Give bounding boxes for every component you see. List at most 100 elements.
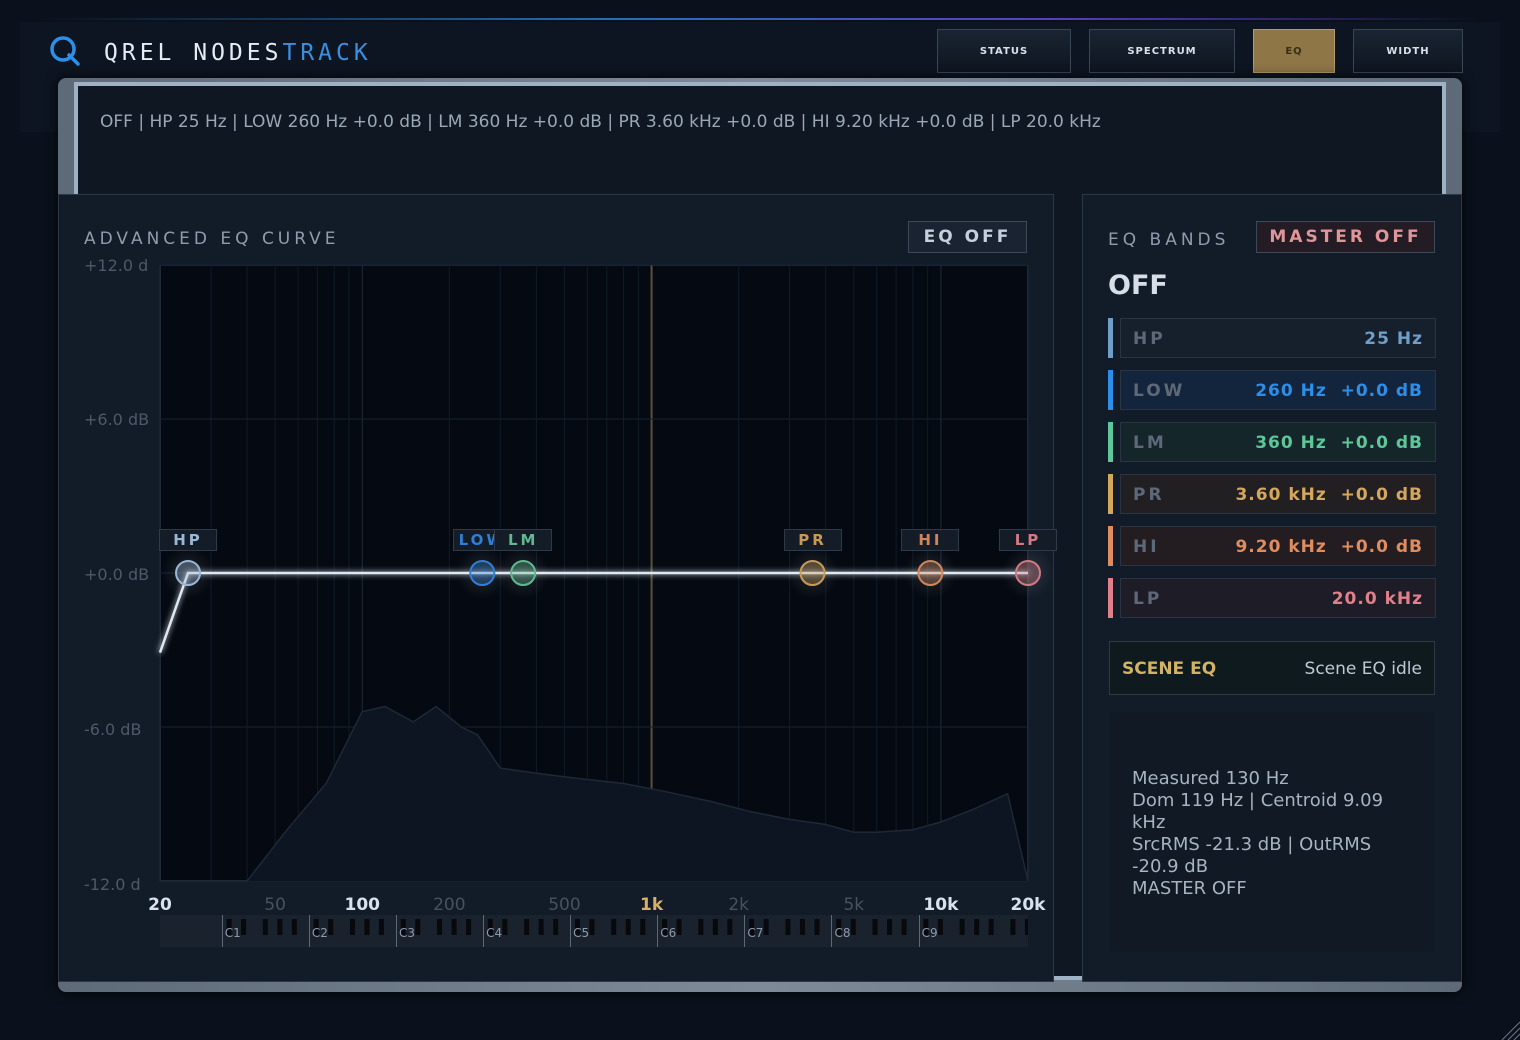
- resize-grip-icon[interactable]: [1498, 1018, 1520, 1040]
- octave-divider: [483, 915, 485, 947]
- band-value: 260 Hz +0.0 dB: [1255, 381, 1423, 401]
- eq-state-label: OFF: [1108, 270, 1168, 301]
- band-row-box: HP 25 Hz: [1120, 318, 1436, 358]
- band-color-bar: [1108, 370, 1113, 410]
- eq-plot-area[interactable]: [160, 265, 1028, 881]
- octave-divider: [395, 915, 397, 947]
- piano-keys: [226, 919, 1028, 935]
- scene-eq-label: SCENE EQ: [1122, 659, 1217, 679]
- tab-eq[interactable]: EQ: [1253, 29, 1335, 73]
- octave-label: C7: [747, 926, 764, 940]
- band-row-hi[interactable]: HI 9.20 kHz +0.0 dB: [1108, 526, 1436, 566]
- piano-black-key: [974, 919, 980, 935]
- piano-black-key: [901, 919, 907, 935]
- x-axis-label: 20: [148, 895, 172, 915]
- octave-divider: [657, 915, 659, 947]
- piano-black-key: [676, 919, 682, 935]
- band-row-box: PR 3.60 kHz +0.0 dB: [1120, 474, 1436, 514]
- piano-black-key: [502, 919, 508, 935]
- piano-black-key: [466, 919, 472, 935]
- piano-black-key: [959, 919, 965, 935]
- logo-icon: [50, 36, 80, 66]
- octave-label: C9: [921, 926, 938, 940]
- band-row-low[interactable]: LOW 260 Hz +0.0 dB: [1108, 370, 1436, 410]
- x-axis-label: 1k: [639, 895, 664, 915]
- y-axis-label: +6.0 dB: [84, 410, 150, 429]
- app-title-accent: TRACK: [282, 40, 372, 66]
- measure-line: MASTER OFF: [1132, 878, 1247, 899]
- octave-divider: [221, 915, 223, 947]
- app-title: QREL NODESTRACK: [104, 40, 372, 66]
- y-axis-label: -12.0 d: [84, 875, 141, 894]
- piano-black-key: [625, 919, 631, 935]
- band-row-pr[interactable]: PR 3.60 kHz +0.0 dB: [1108, 474, 1436, 514]
- band-name: PR: [1133, 485, 1165, 505]
- piano-black-key: [937, 919, 943, 935]
- eq-node-tag: HP: [159, 529, 218, 551]
- eq-bands-title: EQ BANDS: [1108, 230, 1230, 250]
- octave-label: C6: [660, 926, 677, 940]
- piano-keyboard: [160, 915, 1028, 947]
- band-name: LP: [1133, 589, 1163, 609]
- octave-divider: [308, 915, 310, 947]
- tab-status[interactable]: STATUS: [937, 29, 1071, 73]
- measurement-readout: Measured 130 Hz Dom 119 Hz | Centroid 9.…: [1109, 712, 1435, 952]
- eq-node-tag: LM: [494, 529, 553, 551]
- band-row-hp[interactable]: HP 25 Hz: [1108, 318, 1436, 358]
- piano-black-key: [785, 919, 791, 935]
- y-axis-label: +12.0 d: [84, 256, 149, 275]
- tab-width[interactable]: WIDTH: [1353, 29, 1463, 73]
- measure-line: Dom 119 Hz | Centroid 9.09: [1132, 790, 1384, 811]
- top-accent-line: [40, 18, 1480, 20]
- octave-label: C1: [224, 926, 241, 940]
- measure-line: SrcRMS -21.3 dB | OutRMS: [1132, 834, 1372, 855]
- octave-divider: [570, 915, 572, 947]
- piano-black-key: [349, 919, 355, 935]
- band-value: 3.60 kHz +0.0 dB: [1235, 485, 1423, 505]
- piano-black-key: [727, 919, 733, 935]
- piano-black-key: [241, 919, 247, 935]
- band-name: LM: [1133, 433, 1167, 453]
- octave-divider: [918, 915, 920, 947]
- piano-black-key: [415, 919, 421, 935]
- piano-black-key: [712, 919, 718, 935]
- band-row-lm[interactable]: LM 360 Hz +0.0 dB: [1108, 422, 1436, 462]
- band-row-box: LOW 260 Hz +0.0 dB: [1120, 370, 1436, 410]
- piano-black-key: [1010, 919, 1016, 935]
- eq-curve-title: ADVANCED EQ CURVE: [84, 229, 340, 249]
- band-color-bar: [1108, 526, 1113, 566]
- piano-black-key: [850, 919, 856, 935]
- piano-black-key: [763, 919, 769, 935]
- y-axis-label: -6.0 dB: [84, 720, 142, 739]
- band-row-box: LM 360 Hz +0.0 dB: [1120, 422, 1436, 462]
- eq-off-button[interactable]: EQ OFF: [908, 221, 1027, 253]
- scene-eq-box[interactable]: SCENE EQ Scene EQ idle: [1109, 641, 1435, 695]
- octave-label: C4: [486, 926, 503, 940]
- octave-label: C2: [311, 926, 328, 940]
- band-name: LOW: [1133, 381, 1186, 401]
- measure-line: Measured 130 Hz: [1132, 768, 1289, 789]
- band-value: 20.0 kHz: [1331, 589, 1423, 609]
- octave-divider: [744, 915, 746, 947]
- x-axis-label: 100: [344, 895, 380, 915]
- piano-black-key: [524, 919, 530, 935]
- tab-spectrum[interactable]: SPECTRUM: [1089, 29, 1235, 73]
- band-row-box: LP 20.0 kHz: [1120, 578, 1436, 618]
- x-axis-label: 500: [548, 895, 581, 915]
- band-row-box: HI 9.20 kHz +0.0 dB: [1120, 526, 1436, 566]
- piano-black-key: [611, 919, 617, 935]
- piano-black-key: [887, 919, 893, 935]
- eq-node-tag: PR: [783, 529, 842, 551]
- piano-black-key: [538, 919, 544, 935]
- band-row-lp[interactable]: LP 20.0 kHz: [1108, 578, 1436, 618]
- master-off-button[interactable]: MASTER OFF: [1256, 221, 1435, 253]
- piano-black-key: [1024, 919, 1028, 935]
- piano-black-key: [698, 919, 704, 935]
- piano-black-key: [553, 919, 559, 935]
- eq-status-summary: OFF | HP 25 Hz | LOW 260 Hz +0.0 dB | LM…: [100, 112, 1101, 132]
- measure-line: -20.9 dB: [1132, 856, 1209, 877]
- eq-node-tag: LP: [999, 529, 1057, 551]
- piano-black-key: [262, 919, 268, 935]
- x-axis-label: 2k: [728, 895, 749, 915]
- band-color-bar: [1108, 578, 1113, 618]
